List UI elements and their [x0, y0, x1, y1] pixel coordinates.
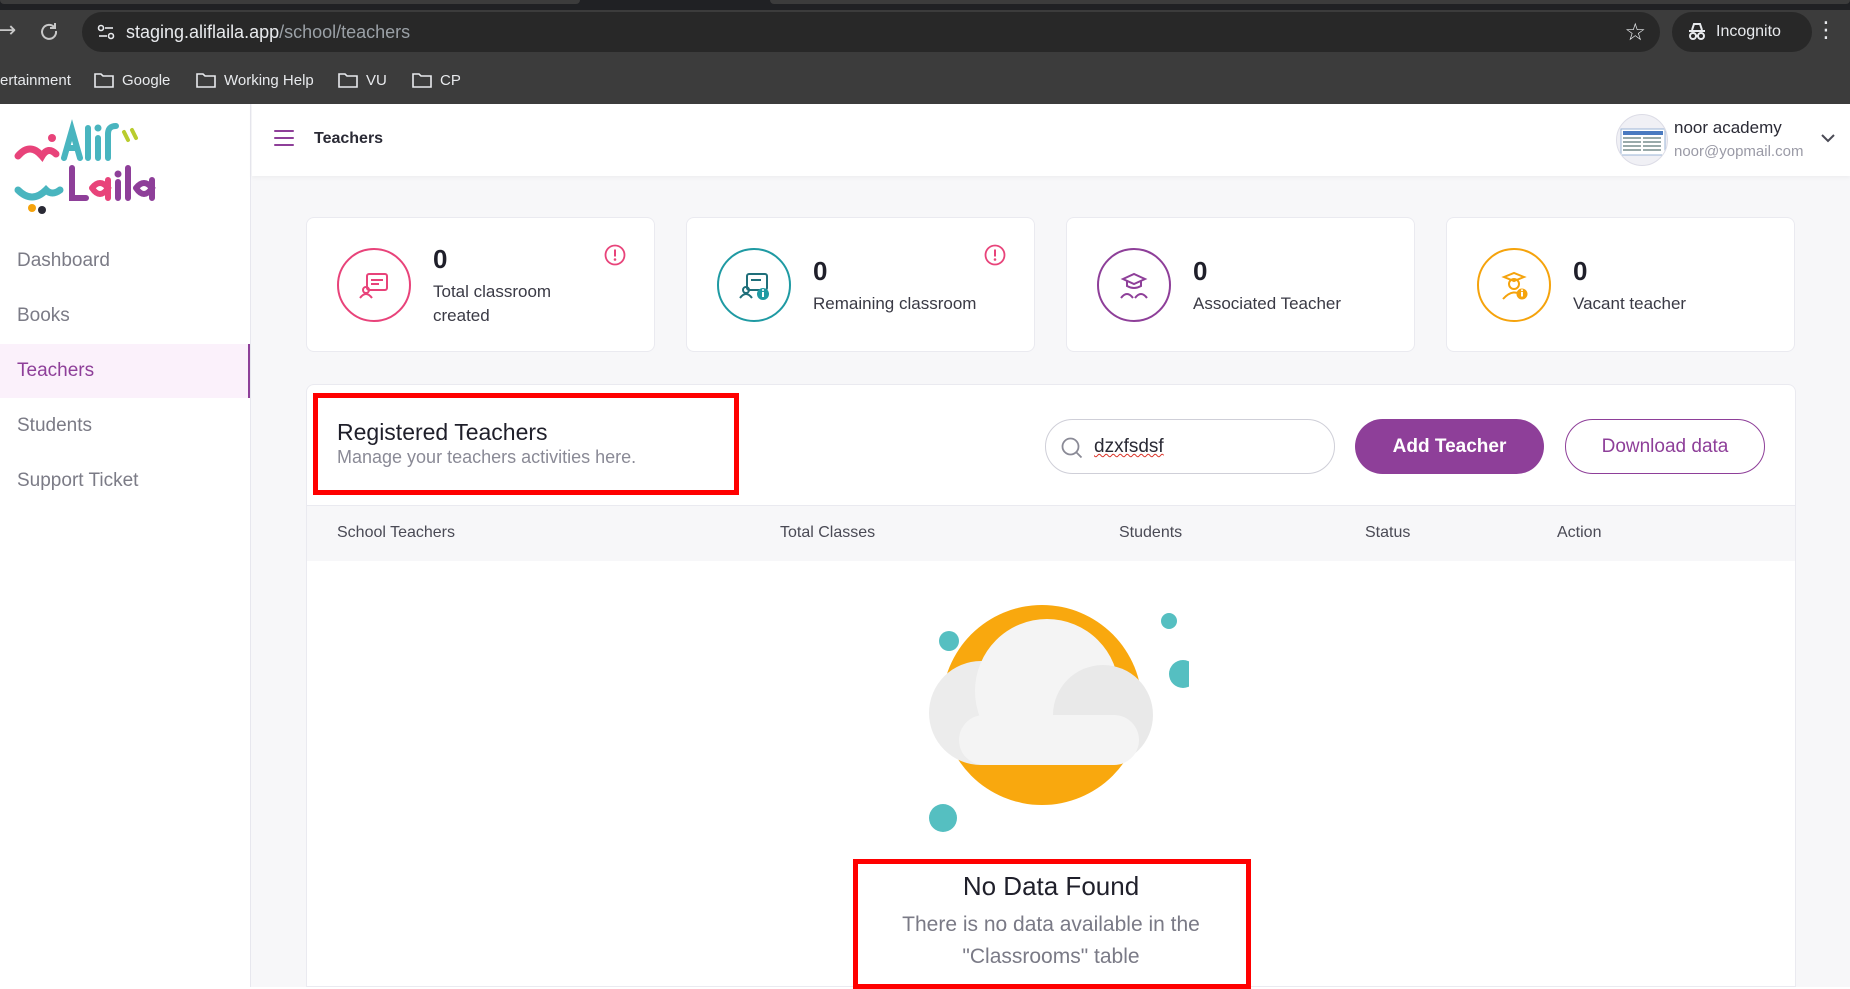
profile-name[interactable]: noor academy — [1674, 118, 1782, 138]
sidebar-item-students[interactable]: Students — [0, 399, 250, 453]
url-path: /school/teachers — [279, 22, 411, 42]
stat-card-remaining-classroom: 0 Remaining classroom — [686, 217, 1035, 352]
stat-value: 0 — [1573, 256, 1588, 286]
column-header-school-teachers[interactable]: School Teachers — [337, 524, 455, 542]
bookmark-label: CP — [440, 71, 461, 89]
folder-icon — [94, 73, 114, 88]
bookmark-label: Google — [122, 71, 171, 89]
tab-edge — [770, 0, 1850, 4]
bookmark-star-icon[interactable]: ☆ — [1624, 18, 1646, 46]
stat-value: 0 — [1193, 256, 1208, 286]
column-header-action[interactable]: Action — [1557, 524, 1601, 542]
bookmark-cp[interactable]: CP — [412, 68, 461, 92]
avatar[interactable] — [1616, 114, 1668, 166]
alif-laila-logo — [14, 119, 156, 214]
alert-icon[interactable] — [984, 244, 1006, 266]
vacant-teacher-icon — [1477, 248, 1551, 322]
site-settings-icon[interactable] — [96, 22, 116, 42]
stat-card-vacant-teacher: 0 Vacant teacher — [1446, 217, 1795, 352]
bookmark-label: VU — [366, 71, 387, 89]
page-title: Teachers — [314, 130, 384, 147]
sidebar-item-label: Students — [17, 415, 92, 436]
bookmarks-bar: ertainment Google Working Help VU CP — [0, 62, 1850, 96]
alert-icon[interactable] — [604, 244, 626, 266]
sidebar: Dashboard Books Teachers Students Suppor… — [0, 104, 251, 987]
sidebar-item-teachers[interactable]: Teachers — [0, 344, 250, 398]
column-header-students[interactable]: Students — [1119, 524, 1182, 542]
highlight-box — [853, 859, 1251, 989]
column-header-total-classes[interactable]: Total Classes — [780, 524, 875, 542]
forward-icon[interactable]: → — [0, 16, 22, 46]
stat-card-total-classroom: 0 Total classroom created — [306, 217, 655, 352]
tab-edge — [0, 0, 580, 4]
stat-card-associated-teacher: 0 Associated Teacher — [1066, 217, 1415, 352]
reload-icon[interactable] — [34, 16, 64, 46]
stat-label: Total classroom created — [433, 282, 552, 325]
tab-strip — [0, 0, 1850, 10]
empty-cloud-illustration — [929, 605, 1189, 832]
bookmark-entertainment[interactable]: ertainment — [0, 68, 71, 92]
incognito-chip[interactable]: Incognito — [1672, 12, 1812, 52]
download-data-button[interactable]: Download data — [1565, 419, 1765, 474]
stat-value: 0 — [813, 256, 828, 286]
browser-toolbar: → staging.aliflaila.app/school/teachers … — [0, 0, 1850, 104]
folder-icon — [196, 73, 216, 88]
stat-label: Vacant teacher — [1573, 294, 1687, 313]
remaining-classroom-icon — [717, 248, 791, 322]
profile-email: noor@yopmail.com — [1674, 143, 1804, 160]
sidebar-item-books[interactable]: Books — [0, 289, 250, 343]
highlight-box — [313, 393, 739, 495]
bookmark-label: Working Help — [224, 71, 314, 89]
folder-icon — [338, 73, 358, 88]
classroom-icon — [337, 248, 411, 322]
sidebar-item-dashboard[interactable]: Dashboard — [0, 234, 250, 288]
menu-toggle-icon[interactable] — [274, 130, 294, 148]
sidebar-item-label: Dashboard — [17, 250, 110, 271]
stat-label: Associated Teacher — [1193, 294, 1342, 313]
stat-label: Remaining classroom — [813, 294, 977, 313]
add-teacher-button[interactable]: Add Teacher — [1355, 419, 1544, 474]
search-field[interactable] — [1045, 419, 1335, 474]
app-root: Dashboard Books Teachers Students Suppor… — [0, 104, 1850, 989]
top-bar: Teachers noor academy noor@yopmail.com — [252, 104, 1850, 176]
column-header-status[interactable]: Status — [1365, 524, 1410, 542]
bookmark-label: ertainment — [0, 71, 71, 89]
bookmark-working-help[interactable]: Working Help — [196, 68, 314, 92]
url-host: staging.aliflaila.app — [126, 22, 280, 42]
bookmark-vu[interactable]: VU — [338, 68, 387, 92]
sidebar-item-label: Support Ticket — [17, 470, 139, 491]
sidebar-item-support-ticket[interactable]: Support Ticket — [0, 454, 250, 508]
bookmark-google[interactable]: Google — [94, 68, 170, 92]
teacher-group-icon — [1097, 248, 1171, 322]
folder-icon — [412, 73, 432, 88]
search-icon — [1061, 437, 1083, 459]
sidebar-item-label: Books — [17, 305, 70, 326]
browser-menu-icon[interactable]: ⋮ — [1814, 16, 1838, 46]
registered-teachers-panel: Registered Teachers Manage your teachers… — [306, 384, 1796, 989]
avatar-image — [1620, 128, 1666, 156]
table-header: School Teachers Total Classes Students S… — [307, 505, 1795, 561]
chevron-down-icon[interactable] — [1818, 128, 1838, 148]
sidebar-item-label: Teachers — [17, 360, 95, 381]
search-input[interactable] — [1094, 434, 1324, 460]
stat-value: 0 — [433, 244, 448, 274]
address-bar[interactable]: staging.aliflaila.app/school/teachers ☆ — [82, 12, 1660, 52]
url-text[interactable]: staging.aliflaila.app/school/teachers — [126, 22, 410, 43]
incognito-icon — [1689, 23, 1705, 40]
incognito-label: Incognito — [1716, 23, 1781, 40]
